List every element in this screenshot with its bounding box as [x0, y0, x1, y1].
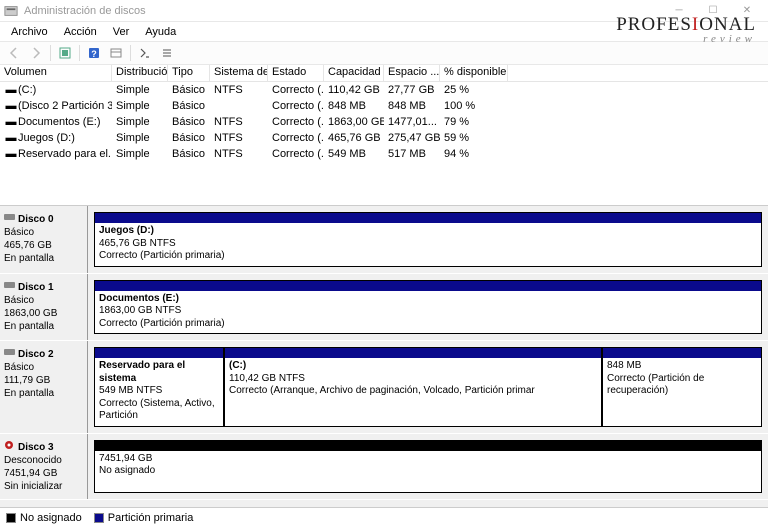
- volume-icon: ▬: [4, 100, 18, 112]
- col-capacidad[interactable]: Capacidad: [324, 65, 384, 81]
- toolbar: ?: [0, 41, 768, 65]
- disk-icon: [4, 440, 16, 450]
- disk-icon: [4, 212, 16, 222]
- disk-row: Disco 1Básico1863,00 GBEn pantallaDocume…: [0, 274, 768, 342]
- col-espacio[interactable]: Espacio ...: [384, 65, 440, 81]
- disk-label[interactable]: Disco 1Básico1863,00 GBEn pantalla: [0, 274, 88, 341]
- volumes-pane: Volumen Distribución Tipo Sistema de ...…: [0, 65, 768, 205]
- separator: [50, 45, 51, 61]
- col-tipo[interactable]: Tipo: [168, 65, 210, 81]
- col-disponible[interactable]: % disponible: [440, 65, 508, 81]
- partition-stripe: [95, 281, 761, 291]
- close-button[interactable]: ✕: [730, 0, 764, 22]
- volume-icon: ▬: [4, 132, 18, 144]
- refresh-button[interactable]: [55, 43, 75, 63]
- disk-label[interactable]: Disco 0Básico465,76 GBEn pantalla: [0, 206, 88, 273]
- disk-icon: [4, 280, 16, 290]
- partition[interactable]: (C:)110,42 GB NTFSCorrecto (Arranque, Ar…: [224, 347, 602, 427]
- legend: No asignado Partición primaria: [0, 507, 768, 527]
- disk-area: Reservado para el sistema549 MB NTFSCorr…: [88, 341, 768, 433]
- help-button[interactable]: ?: [84, 43, 104, 63]
- col-estado[interactable]: Estado: [268, 65, 324, 81]
- disks-pane: Disco 0Básico465,76 GBEn pantallaJuegos …: [0, 205, 768, 507]
- col-distribucion[interactable]: Distribución: [112, 65, 168, 81]
- partition-stripe: [95, 441, 761, 451]
- disk-icon: [4, 347, 16, 357]
- col-volumen[interactable]: Volumen: [0, 65, 112, 81]
- separator: [79, 45, 80, 61]
- menu-ver[interactable]: Ver: [106, 26, 137, 38]
- disk-row: Disco 3Desconocido7451,94 GBSin iniciali…: [0, 434, 768, 500]
- volume-row[interactable]: ▬Documentos (E:)SimpleBásicoNTFSCorrecto…: [0, 114, 768, 130]
- disk-area: Juegos (D:)465,76 GB NTFSCorrecto (Parti…: [88, 206, 768, 273]
- volume-icon: ▬: [4, 84, 18, 96]
- partition-stripe: [603, 348, 761, 358]
- partition[interactable]: Juegos (D:)465,76 GB NTFSCorrecto (Parti…: [94, 212, 762, 267]
- col-sistema[interactable]: Sistema de ...: [210, 65, 268, 81]
- volumes-header: Volumen Distribución Tipo Sistema de ...…: [0, 65, 768, 82]
- minimize-button[interactable]: ─: [662, 0, 696, 22]
- action-button[interactable]: [135, 43, 155, 63]
- disk-row: Disco 0Básico465,76 GBEn pantallaJuegos …: [0, 206, 768, 274]
- svg-text:?: ?: [91, 49, 97, 59]
- disk-area: Documentos (E:)1863,00 GB NTFSCorrecto (…: [88, 274, 768, 341]
- menu-ayuda[interactable]: Ayuda: [138, 26, 183, 38]
- menu-archivo[interactable]: Archivo: [4, 26, 55, 38]
- legend-primary: Partición primaria: [94, 512, 194, 524]
- menubar: Archivo Acción Ver Ayuda: [0, 22, 768, 41]
- partition[interactable]: Reservado para el sistema549 MB NTFSCorr…: [94, 347, 224, 427]
- partition-stripe: [225, 348, 601, 358]
- disk-row: Disco 2Básico111,79 GBEn pantallaReserva…: [0, 341, 768, 434]
- volume-icon: ▬: [4, 116, 18, 128]
- partition[interactable]: 848 MBCorrecto (Partición de recuperació…: [602, 347, 762, 427]
- volume-row[interactable]: ▬Reservado para el...SimpleBásicoNTFSCor…: [0, 146, 768, 162]
- partition[interactable]: 7451,94 GBNo asignado: [94, 440, 762, 493]
- volume-row[interactable]: ▬(C:)SimpleBásicoNTFSCorrecto (...110,42…: [0, 82, 768, 98]
- legend-unallocated: No asignado: [6, 512, 82, 524]
- window-controls: ─ ☐ ✕: [662, 0, 764, 22]
- partition-stripe: [95, 213, 761, 223]
- volume-row[interactable]: ▬Juegos (D:)SimpleBásicoNTFSCorrecto (..…: [0, 130, 768, 146]
- disk-label[interactable]: Disco 3Desconocido7451,94 GBSin iniciali…: [0, 434, 88, 499]
- swatch-navy: [94, 513, 104, 523]
- swatch-black: [6, 513, 16, 523]
- back-button[interactable]: [4, 43, 24, 63]
- titlebar: Administración de discos ─ ☐ ✕: [0, 0, 768, 22]
- disk-label[interactable]: Disco 2Básico111,79 GBEn pantalla: [0, 341, 88, 433]
- volume-row[interactable]: ▬(Disco 2 Partición 3)SimpleBásicoCorrec…: [0, 98, 768, 114]
- volumes-body: ▬(C:)SimpleBásicoNTFSCorrecto (...110,42…: [0, 82, 768, 162]
- list-button[interactable]: [157, 43, 177, 63]
- partition-stripe: [95, 348, 223, 358]
- settings-button[interactable]: [106, 43, 126, 63]
- window-title: Administración de discos: [24, 5, 662, 17]
- partition[interactable]: Documentos (E:)1863,00 GB NTFSCorrecto (…: [94, 280, 762, 335]
- app-icon: [4, 4, 18, 18]
- volume-icon: ▬: [4, 148, 18, 160]
- disk-area: 7451,94 GBNo asignado: [88, 434, 768, 499]
- menu-accion[interactable]: Acción: [57, 26, 104, 38]
- forward-button[interactable]: [26, 43, 46, 63]
- separator: [130, 45, 131, 61]
- maximize-button[interactable]: ☐: [696, 0, 730, 22]
